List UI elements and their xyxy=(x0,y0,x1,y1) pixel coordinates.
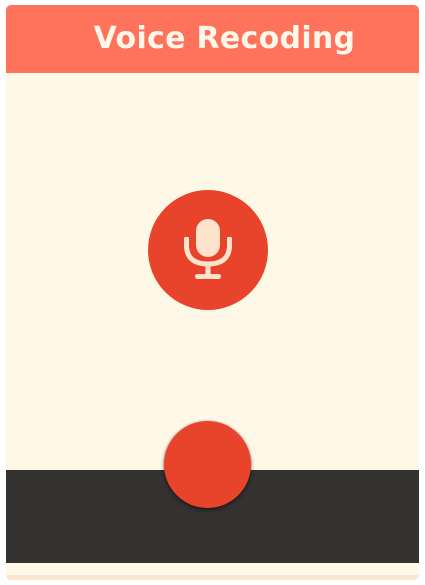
page-title: Voice Recoding xyxy=(93,21,356,56)
content-area xyxy=(6,73,419,470)
bottom-strip xyxy=(6,563,419,575)
record-button[interactable] xyxy=(164,421,251,508)
header: Voice Recoding xyxy=(6,5,419,73)
app-frame: Voice Recoding xyxy=(6,5,419,580)
microphone-indicator xyxy=(148,190,268,310)
microphone-icon xyxy=(184,219,232,279)
